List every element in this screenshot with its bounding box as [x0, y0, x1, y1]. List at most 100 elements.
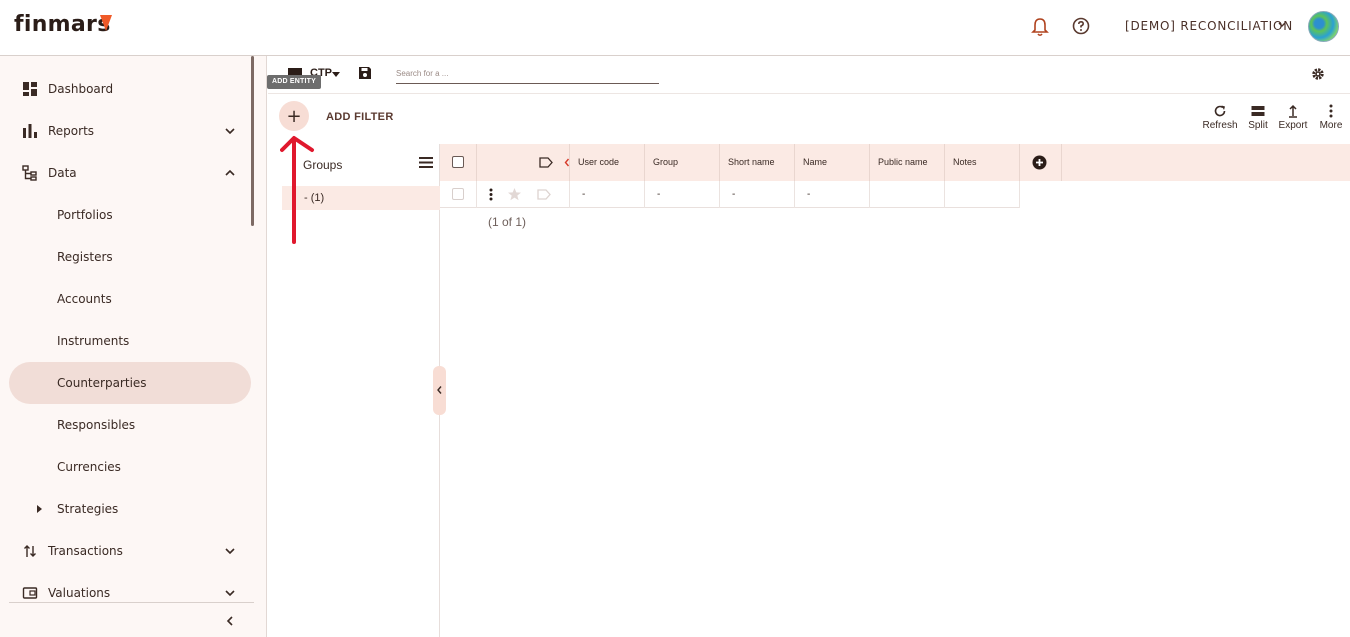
data-tree-icon: [22, 165, 37, 181]
header-tag-cell: [477, 144, 570, 181]
sidebar-subitem-label: Instruments: [57, 334, 130, 348]
expand-triangle-icon[interactable]: [37, 505, 42, 513]
annotation-arrow-icon: [280, 136, 314, 244]
upload-arrow-icon: [1289, 104, 1297, 118]
add-entity-button[interactable]: +: [279, 101, 309, 131]
sidebar-item-label: Reports: [48, 124, 95, 138]
chevron-down-icon[interactable]: [224, 587, 236, 599]
sidebar-scrollbar[interactable]: [251, 56, 254, 226]
logo-mark-icon: [100, 15, 112, 31]
cell-short-name[interactable]: -: [720, 181, 795, 208]
split-icon: [1251, 106, 1265, 116]
avatar[interactable]: [1308, 11, 1339, 42]
cell-user-code[interactable]: -: [570, 181, 645, 208]
logo[interactable]: finmars: [14, 12, 111, 37]
cell-group[interactable]: -: [645, 181, 720, 208]
more-vertical-icon[interactable]: [489, 188, 493, 201]
sidebar-subitem-accounts[interactable]: Accounts: [0, 278, 250, 320]
chevron-down-icon[interactable]: [224, 545, 236, 557]
sidebar-subitem-label: Responsibles: [57, 418, 136, 432]
chevron-down-icon[interactable]: [224, 125, 236, 137]
select-all-checkbox[interactable]: [452, 156, 464, 168]
sidebar-subitem-label: Currencies: [57, 460, 121, 474]
panel-resize-handle[interactable]: [433, 366, 446, 415]
more-label: More: [1319, 120, 1343, 131]
wallet-icon: [22, 587, 38, 599]
more-button[interactable]: More: [1311, 104, 1350, 131]
more-vertical-icon: [1329, 104, 1333, 118]
refresh-button[interactable]: Refresh: [1200, 104, 1240, 131]
sidebar-subitem-counterparties[interactable]: Counterparties: [9, 362, 251, 404]
collapse-sidebar-chevron-icon[interactable]: [225, 615, 235, 627]
split-button[interactable]: Split: [1238, 104, 1278, 131]
column-header-public-name[interactable]: Public name: [870, 144, 945, 181]
caret-down-icon[interactable]: [332, 72, 340, 77]
sidebar-subitem-label: Portfolios: [57, 208, 113, 222]
sidebar-item-valuations[interactable]: Valuations: [0, 572, 250, 614]
refresh-icon: [1214, 105, 1226, 117]
cell-notes[interactable]: [945, 181, 1020, 208]
menu-icon[interactable]: [419, 157, 433, 168]
sidebar-divider: [9, 602, 254, 603]
chevron-down-icon[interactable]: [1277, 20, 1287, 30]
tag-icon[interactable]: [537, 189, 551, 200]
refresh-label: Refresh: [1202, 120, 1238, 131]
sidebar-item-label: Transactions: [48, 544, 123, 558]
add-column-icon[interactable]: [1032, 155, 1047, 170]
sidebar-subitem-label: Registers: [57, 250, 113, 264]
split-label: Split: [1248, 120, 1268, 131]
add-column-cell: [1020, 144, 1062, 181]
sidebar-item-reports[interactable]: Reports: [0, 110, 250, 152]
sidebar-subitem-portfolios[interactable]: Portfolios: [0, 194, 250, 236]
table-row[interactable]: - - - -: [440, 181, 1020, 208]
sidebar-item-label: Valuations: [48, 586, 111, 600]
sidebar-item-dashboard[interactable]: Dashboard: [0, 68, 250, 110]
chevron-left-icon: [437, 386, 442, 394]
cell-public-name[interactable]: [870, 181, 945, 208]
search-input[interactable]: [396, 64, 659, 84]
help-icon[interactable]: [1072, 17, 1090, 35]
row-checkbox[interactable]: [452, 188, 464, 200]
swap-arrows-icon: [24, 545, 36, 557]
pagination-info: (1 of 1): [488, 215, 527, 229]
notifications-bell-icon[interactable]: [1031, 17, 1049, 37]
sidebar-subitem-responsibles[interactable]: Responsibles: [0, 404, 250, 446]
cell-name[interactable]: -: [795, 181, 870, 208]
star-icon[interactable]: [507, 187, 522, 202]
export-button[interactable]: Export: [1273, 104, 1313, 131]
gear-icon[interactable]: [1311, 67, 1325, 81]
sidebar-item-label: Data: [48, 166, 77, 180]
bar-chart-icon: [23, 124, 37, 138]
export-label: Export: [1278, 120, 1308, 131]
column-header-group[interactable]: Group: [645, 144, 720, 181]
add-entity-tooltip: ADD ENTITY: [267, 75, 321, 89]
sidebar-item-transactions[interactable]: Transactions: [0, 530, 250, 572]
dashboard-icon: [23, 82, 37, 96]
sidebar-subitem-registers[interactable]: Registers: [0, 236, 250, 278]
table-header: User code Group Short name Name Public n…: [440, 144, 1350, 181]
header-checkbox-cell: [440, 144, 477, 181]
column-header-short-name[interactable]: Short name: [720, 144, 795, 181]
add-filter-button[interactable]: ADD FILTER: [326, 111, 394, 123]
sidebar-subitem-strategies[interactable]: Strategies: [0, 488, 250, 530]
column-header-user-code[interactable]: User code: [570, 144, 645, 181]
filter-toolbar: + ADD FILTER Refresh Split Export More: [268, 94, 1350, 144]
sidebar-subitem-label: Counterparties: [57, 376, 147, 390]
column-header-name[interactable]: Name: [795, 144, 870, 181]
sidebar-subitem-label: Accounts: [57, 292, 112, 306]
workspace-selector[interactable]: [DEMO] RECONCILIATION: [1125, 19, 1293, 33]
column-header-notes[interactable]: Notes: [945, 144, 1020, 181]
sidebar-subitem-instruments[interactable]: Instruments: [0, 320, 250, 362]
sidebar-item-data[interactable]: Data: [0, 152, 250, 194]
row-actions-cell: [477, 181, 570, 208]
tag-icon[interactable]: [539, 157, 553, 168]
top-bar: finmars [DEMO] RECONCILIATION: [0, 0, 1350, 56]
sidebar-subitem-label: Strategies: [57, 502, 119, 516]
sidebar-subitem-currencies[interactable]: Currencies: [0, 446, 250, 488]
sidebar-item-label: Dashboard: [48, 82, 114, 96]
sidebar: Dashboard Reports Data Portfolios Regist…: [0, 56, 267, 637]
save-icon[interactable]: [358, 66, 372, 80]
chevron-up-icon[interactable]: [224, 167, 236, 179]
row-checkbox-cell: [440, 181, 477, 208]
layout-toolbar: CTP: [268, 56, 1350, 94]
